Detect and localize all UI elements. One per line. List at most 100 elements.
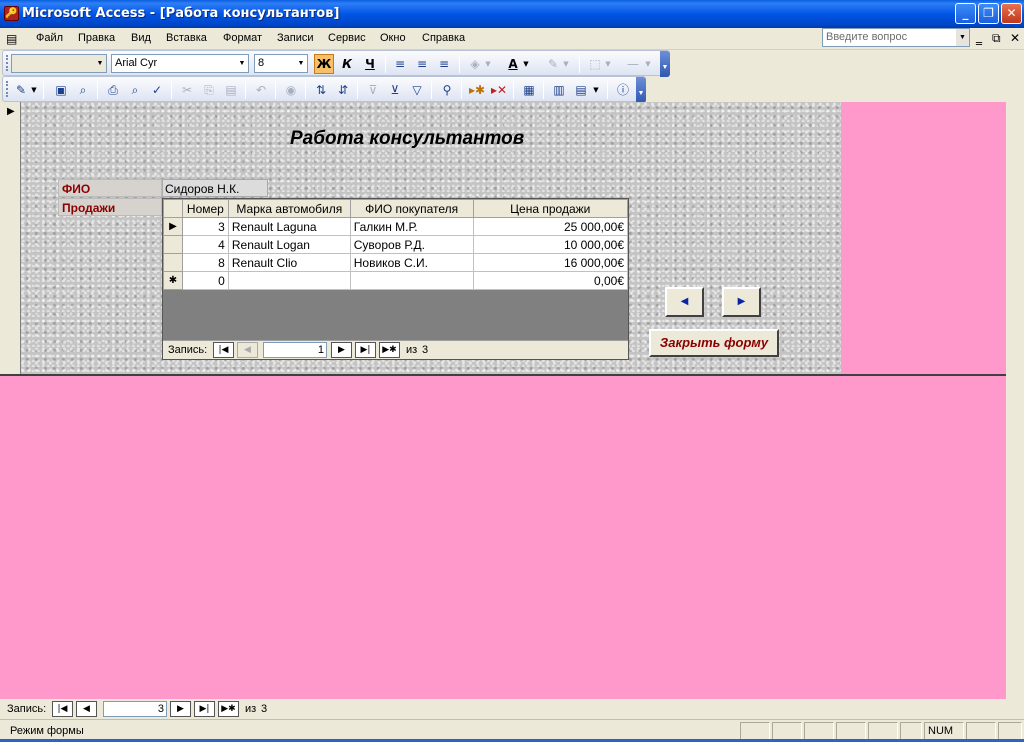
sort-descending-icon[interactable]: ⇵ bbox=[333, 80, 353, 100]
new-record-button[interactable]: ▶✱ bbox=[379, 342, 400, 358]
database-window-icon[interactable]: ▥ bbox=[549, 80, 569, 100]
new-record-selector[interactable]: ✱ bbox=[163, 271, 183, 290]
italic-button[interactable]: К bbox=[337, 54, 357, 74]
column-header-buyer[interactable]: ФИО покупателя bbox=[349, 199, 474, 218]
font-size-combo[interactable]: 8 ▼ bbox=[254, 54, 308, 73]
chevron-down-icon[interactable]: ▼ bbox=[521, 54, 531, 74]
align-right-icon[interactable]: ≡ bbox=[434, 54, 454, 74]
access-app-icon[interactable]: 🔑 bbox=[4, 6, 19, 21]
line-color-icon[interactable]: ✎ bbox=[543, 54, 563, 74]
cell-buyer[interactable]: Новиков С.И. bbox=[349, 253, 474, 272]
new-object-icon[interactable]: ▤ bbox=[571, 80, 591, 100]
restore-button[interactable]: ❐ bbox=[978, 3, 999, 24]
cell-car[interactable]: Renault Laguna bbox=[227, 217, 351, 236]
menu-window[interactable]: Окно bbox=[380, 32, 406, 44]
spelling-icon[interactable]: ✓ bbox=[147, 80, 167, 100]
menu-edit[interactable]: Правка bbox=[78, 32, 115, 44]
table-row[interactable]: 8 Renault Clio Новиков С.И. 16 000,00€ bbox=[163, 253, 629, 272]
subform-current-record-field[interactable]: 1 bbox=[263, 342, 327, 358]
border-icon[interactable]: ⬚ bbox=[585, 54, 605, 74]
filter-by-selection-icon[interactable]: ⊽ bbox=[363, 80, 383, 100]
cut-icon[interactable]: ✂ bbox=[177, 80, 197, 100]
filter-by-form-icon[interactable]: ⊻ bbox=[385, 80, 405, 100]
column-header-car[interactable]: Марка автомобиля bbox=[227, 199, 351, 218]
print-preview-icon[interactable]: ⌕ bbox=[125, 80, 145, 100]
toolbar-options-button[interactable]: ▼ bbox=[660, 51, 670, 77]
next-record-button[interactable]: ▶ bbox=[331, 342, 352, 358]
menu-insert[interactable]: Вставка bbox=[166, 32, 207, 44]
print-icon[interactable]: ⎙ bbox=[103, 80, 123, 100]
chevron-down-icon[interactable]: ▼ bbox=[956, 29, 969, 46]
cell-number[interactable]: 8 bbox=[181, 253, 229, 272]
close-window-button[interactable]: ✕ bbox=[1001, 3, 1022, 24]
new-record-icon[interactable]: ▸✱ bbox=[467, 80, 487, 100]
cell-car[interactable]: Renault Clio bbox=[227, 253, 351, 272]
form-menu-icon[interactable]: ▤ bbox=[6, 32, 17, 46]
chevron-down-icon[interactable]: ▼ bbox=[561, 54, 571, 74]
cell-price[interactable]: 0,00€ bbox=[472, 271, 629, 290]
cell-price[interactable]: 25 000,00€ bbox=[472, 217, 629, 236]
table-row[interactable]: ▶ 3 Renault Laguna Галкин М.Р. 25 000,00… bbox=[163, 217, 629, 236]
main-next-record-button[interactable]: ▶ bbox=[170, 701, 191, 717]
row-selector[interactable] bbox=[163, 253, 183, 272]
hyperlink-icon[interactable]: ◉ bbox=[281, 80, 301, 100]
menu-records[interactable]: Записи bbox=[277, 32, 314, 44]
close-form-button[interactable]: Закрыть форму bbox=[649, 329, 779, 357]
previous-record-button[interactable]: ◀ bbox=[237, 342, 258, 358]
select-all-corner[interactable] bbox=[163, 199, 183, 218]
align-left-icon[interactable]: ≡ bbox=[390, 54, 410, 74]
cell-buyer[interactable]: Суворов Р.Д. bbox=[349, 235, 474, 254]
undo-icon[interactable]: ↶ bbox=[251, 80, 271, 100]
menu-tools[interactable]: Сервис bbox=[328, 32, 366, 44]
chevron-down-icon[interactable]: ▼ bbox=[29, 80, 39, 100]
bold-button[interactable]: Ж bbox=[314, 54, 334, 74]
table-row[interactable]: 4 Renault Logan Суворов Р.Д. 10 000,00€ bbox=[163, 235, 629, 254]
cell-price[interactable]: 16 000,00€ bbox=[472, 253, 629, 272]
main-last-record-button[interactable]: ▶| bbox=[194, 701, 215, 717]
previous-record-form-button[interactable]: ◀ bbox=[665, 287, 704, 317]
toolbar-grip[interactable] bbox=[6, 55, 9, 71]
view-icon[interactable]: ✎ bbox=[11, 80, 31, 100]
cell-number[interactable]: 0 bbox=[181, 271, 229, 290]
mdi-minimize-button[interactable]: ‗ bbox=[976, 31, 982, 45]
menu-view[interactable]: Вид bbox=[131, 32, 151, 44]
next-record-form-button[interactable]: ▶ bbox=[722, 287, 761, 317]
fill-color-icon[interactable]: ◈ bbox=[465, 54, 485, 74]
cell-price[interactable]: 10 000,00€ bbox=[472, 235, 629, 254]
main-current-record-field[interactable]: 3 bbox=[103, 701, 167, 717]
font-color-icon[interactable]: A bbox=[503, 54, 523, 74]
first-record-button[interactable]: |◀ bbox=[213, 342, 234, 358]
new-record-row[interactable]: ✱ 0 0,00€ bbox=[163, 271, 629, 290]
font-name-combo[interactable]: Arial Cyr ▼ bbox=[111, 54, 249, 73]
find-icon[interactable]: ⚲ bbox=[437, 80, 457, 100]
cell-number[interactable]: 4 bbox=[181, 235, 229, 254]
toolbar-options-button[interactable]: ▼ bbox=[636, 77, 646, 103]
object-combo[interactable]: ▼ bbox=[11, 54, 107, 73]
last-record-button[interactable]: ▶| bbox=[355, 342, 376, 358]
line-width-icon[interactable]: — bbox=[623, 54, 643, 74]
chevron-down-icon[interactable]: ▼ bbox=[483, 54, 493, 74]
minimize-button[interactable]: _ bbox=[955, 3, 976, 24]
menu-help[interactable]: Справка bbox=[422, 32, 465, 44]
cell-car[interactable] bbox=[227, 271, 351, 290]
save-icon[interactable]: ▣ bbox=[51, 80, 71, 100]
chevron-down-icon[interactable]: ▼ bbox=[591, 80, 601, 100]
toolbar-grip[interactable] bbox=[6, 81, 9, 97]
column-header-number[interactable]: Номер bbox=[181, 199, 229, 218]
menu-format[interactable]: Формат bbox=[223, 32, 262, 44]
ask-question-input[interactable]: Введите вопрос ▼ bbox=[822, 28, 970, 47]
sort-ascending-icon[interactable]: ⇅ bbox=[311, 80, 331, 100]
file-search-icon[interactable]: ⌕ bbox=[73, 80, 93, 100]
copy-icon[interactable]: ⎘ bbox=[199, 80, 219, 100]
mdi-restore-button[interactable]: ⧉ bbox=[992, 31, 1001, 46]
paste-icon[interactable]: ▤ bbox=[221, 80, 241, 100]
chevron-down-icon[interactable]: ▼ bbox=[603, 54, 613, 74]
menu-file[interactable]: Файл bbox=[36, 32, 63, 44]
properties-icon[interactable]: ▦ bbox=[519, 80, 539, 100]
apply-filter-icon[interactable]: ▽ bbox=[407, 80, 427, 100]
main-first-record-button[interactable]: |◀ bbox=[52, 701, 73, 717]
help-icon[interactable]: ⓘ bbox=[613, 80, 633, 100]
align-center-icon[interactable]: ≡ bbox=[412, 54, 432, 74]
mdi-close-button[interactable]: ✕ bbox=[1010, 31, 1020, 45]
chevron-down-icon[interactable]: ▼ bbox=[643, 54, 653, 74]
